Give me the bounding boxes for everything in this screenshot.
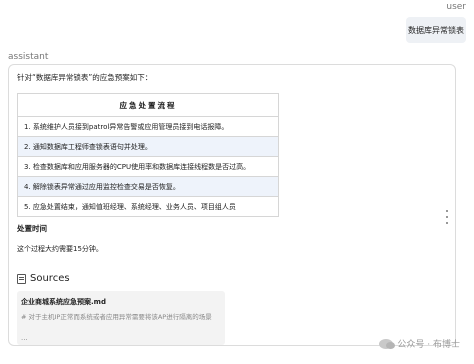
sources-heading: Sources: [17, 273, 70, 284]
handling-time-text: 这个过程大约需要15分钟。: [17, 245, 103, 253]
table-row: 3. 检查数据库和应用服务器的CPU使用率和数据库连接线程数是否过高。: [17, 156, 279, 177]
emergency-plan-table: 应急处置流程 1. 系统维护人员接到patrol异常告警或应用管理员接到电话报障…: [17, 93, 279, 217]
assistant-intro: 针对“数据库异常锁表”的应急预案如下：: [17, 73, 153, 82]
table-cell: 2. 通知数据库工程师查锁表语句并处理。: [17, 136, 279, 157]
book-icon: [17, 273, 26, 284]
source-ellipsis: ...: [21, 334, 28, 342]
table-row: 4. 解除锁表异常通过应用监控检查交易是否恢复。: [17, 176, 279, 197]
table-cell: 3. 检查数据库和应用服务器的CPU使用率和数据库连接线程数是否过高。: [17, 156, 279, 177]
watermark: 公众号 · 布博士: [379, 337, 460, 350]
table-cell: 5. 应急处置结束，通知值班经理、系统经理、业务人员、项目组人员: [17, 196, 279, 217]
watermark-text: 公众号 · 布博士: [397, 340, 460, 350]
table-row: 2. 通知数据库工程师查锁表语句并处理。: [17, 136, 279, 157]
table-cell: 1. 系统维护人员接到patrol异常告警或应用管理员接到电话报障。: [17, 116, 279, 137]
source-title[interactable]: 企业商城系统应急预案.md: [21, 297, 106, 307]
user-role-label: user: [446, 2, 466, 12]
table-row: 5. 应急处置结束，通知值班经理、系统经理、业务人员、项目组人员: [17, 196, 279, 217]
more-vertical-icon[interactable]: [443, 210, 451, 224]
assistant-message-card: 针对“数据库异常锁表”的应急预案如下： 应急处置流程 1. 系统维护人员接到pa…: [8, 64, 456, 346]
source-snippet: # 对于主机IP正常而系统或者应用异常需要将该AP进行隔离的场景: [21, 313, 212, 321]
sources-heading-label: Sources: [30, 273, 70, 284]
table-row: 1. 系统维护人员接到patrol异常告警或应用管理员接到电话报障。: [17, 116, 279, 137]
handling-time-title: 处置时间: [17, 224, 47, 233]
table-header-row: 应急处置流程: [17, 93, 279, 117]
wechat-icon: [379, 338, 396, 349]
table-cell: 4. 解除锁表异常通过应用监控检查交易是否恢复。: [17, 176, 279, 197]
source-card[interactable]: 企业商城系统应急预案.md # 对于主机IP正常而系统或者应用异常需要将该AP进…: [17, 291, 225, 345]
user-message-bubble: 数据库异常锁表: [406, 17, 466, 43]
assistant-role-label: assistant: [8, 52, 49, 62]
table-header: 应急处置流程: [17, 93, 279, 117]
